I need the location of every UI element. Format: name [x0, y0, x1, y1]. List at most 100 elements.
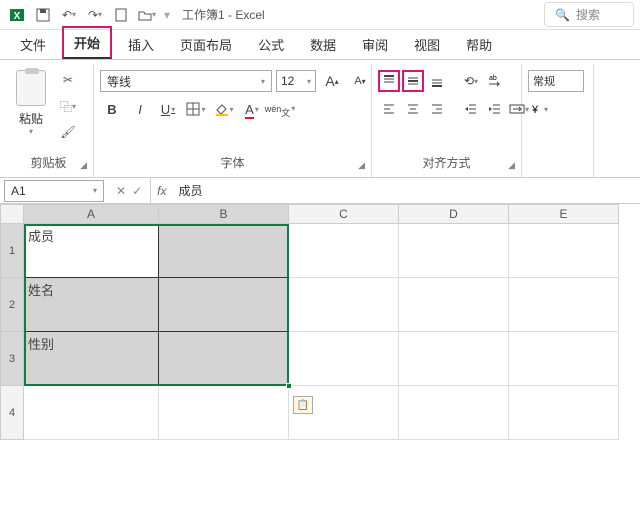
selection-handle[interactable] — [286, 383, 292, 389]
font-size-select[interactable]: 12▾ — [276, 70, 316, 92]
cell-E1[interactable] — [509, 224, 619, 278]
save-icon[interactable] — [32, 4, 54, 26]
svg-text:¥: ¥ — [531, 104, 539, 116]
tab-insert[interactable]: 插入 — [118, 30, 164, 59]
cell-C2[interactable] — [289, 278, 399, 332]
col-header-C[interactable]: C — [289, 204, 399, 224]
italic-button[interactable]: I — [128, 98, 152, 120]
cell-A3[interactable]: 性别 — [24, 332, 159, 386]
align-top-icon[interactable] — [378, 70, 400, 92]
tab-review[interactable]: 审阅 — [352, 30, 398, 59]
font-color-button[interactable]: A — [240, 98, 264, 120]
align-right-icon[interactable] — [426, 98, 448, 120]
orientation-icon[interactable]: ⟲▾ — [460, 70, 482, 92]
open-icon[interactable]: ▾ — [136, 4, 158, 26]
undo-icon[interactable]: ↶▾ — [58, 4, 80, 26]
border-button[interactable] — [184, 98, 208, 120]
clipboard-launcher[interactable]: ◢ — [80, 160, 87, 171]
paste-button[interactable]: 粘贴 ▾ — [10, 66, 52, 136]
tab-help[interactable]: 帮助 — [456, 30, 502, 59]
increase-font-icon[interactable]: A▴ — [320, 70, 344, 92]
redo-icon[interactable]: ↷▾ — [84, 4, 106, 26]
cell-A4[interactable] — [24, 386, 159, 440]
cut-icon[interactable]: ✂ — [56, 70, 80, 90]
col-header-E[interactable]: E — [509, 204, 619, 224]
clipboard-label: 剪贴板◢ — [10, 152, 87, 175]
fill-color-button[interactable] — [212, 98, 236, 120]
cell-D2[interactable] — [399, 278, 509, 332]
cell-E3[interactable] — [509, 332, 619, 386]
formula-input[interactable]: 成员 — [172, 182, 640, 199]
cell-A1[interactable]: 成员 — [24, 224, 159, 278]
cell-A2[interactable]: 姓名 — [24, 278, 159, 332]
phonetic-button[interactable]: wén文 — [268, 98, 292, 120]
decrease-indent-icon[interactable] — [460, 98, 482, 120]
currency-icon[interactable]: ¥▾ — [528, 98, 550, 120]
align-center-icon[interactable] — [402, 98, 424, 120]
tab-view[interactable]: 视图 — [404, 30, 450, 59]
cell-B1[interactable] — [159, 224, 289, 278]
bold-button[interactable]: B — [100, 98, 124, 120]
cell-D3[interactable] — [399, 332, 509, 386]
font-name-select[interactable]: 等线▾ — [100, 70, 272, 92]
new-file-icon[interactable] — [110, 4, 132, 26]
font-launcher[interactable]: ◢ — [358, 160, 365, 171]
font-label: 字体◢ — [100, 152, 365, 175]
paste-options-icon[interactable]: 📋 — [293, 396, 313, 414]
clipboard-group: 粘贴 ▾ ✂ ⿻▾ 🖌 剪贴板◢ — [4, 64, 94, 177]
row-header-2[interactable]: 2 — [0, 278, 24, 332]
svg-text:X: X — [14, 11, 21, 22]
align-launcher[interactable]: ◢ — [508, 160, 515, 171]
cell-B4[interactable] — [159, 386, 289, 440]
cell-D1[interactable] — [399, 224, 509, 278]
search-placeholder: 搜索 — [576, 6, 600, 23]
align-bottom-icon[interactable] — [426, 70, 448, 92]
svg-text:ab: ab — [489, 75, 497, 82]
tab-layout[interactable]: 页面布局 — [170, 30, 242, 59]
tab-file[interactable]: 文件 — [10, 30, 56, 59]
align-middle-icon[interactable] — [402, 70, 424, 92]
number-group: 常规 ¥▾ — [522, 64, 594, 177]
cell-C1[interactable] — [289, 224, 399, 278]
qat-divider: ▾ — [164, 8, 170, 22]
format-painter-icon[interactable]: 🖌 — [56, 122, 80, 142]
row-header-3[interactable]: 3 — [0, 332, 24, 386]
tab-formulas[interactable]: 公式 — [248, 30, 294, 59]
increase-indent-icon[interactable] — [484, 98, 506, 120]
search-box[interactable]: 🔍 搜索 — [544, 2, 634, 27]
decrease-font-icon[interactable]: A▾ — [348, 70, 372, 92]
cell-E4[interactable] — [509, 386, 619, 440]
row-header-1[interactable]: 1 — [0, 224, 24, 278]
search-icon: 🔍 — [555, 8, 570, 22]
cell-D4[interactable] — [399, 386, 509, 440]
copy-icon[interactable]: ⿻▾ — [56, 96, 80, 116]
name-box[interactable]: A1▾ — [4, 180, 104, 202]
cell-E2[interactable] — [509, 278, 619, 332]
tab-data[interactable]: 数据 — [300, 30, 346, 59]
number-format-select[interactable]: 常规 — [528, 70, 584, 92]
paste-label: 粘贴 — [19, 110, 43, 127]
worksheet[interactable]: A B C D E 1 成员 2 姓名 3 性别 4 📋 — [0, 204, 640, 440]
cell-B3[interactable] — [159, 332, 289, 386]
cell-B2[interactable] — [159, 278, 289, 332]
col-header-A[interactable]: A — [24, 204, 159, 224]
col-header-B[interactable]: B — [159, 204, 289, 224]
col-header-D[interactable]: D — [399, 204, 509, 224]
align-label: 对齐方式◢ — [378, 152, 515, 175]
align-group: ⟲▾ ab ▾ 对齐方式◢ — [372, 64, 522, 177]
ribbon-tabs: 文件 开始 插入 页面布局 公式 数据 审阅 视图 帮助 — [0, 30, 640, 60]
align-left-icon[interactable] — [378, 98, 400, 120]
paste-icon — [16, 70, 46, 106]
cancel-formula-icon[interactable]: ✕ — [116, 184, 126, 198]
window-title: 工作簿1 - Excel — [182, 6, 265, 23]
row-header-4[interactable]: 4 — [0, 386, 24, 440]
tab-home[interactable]: 开始 — [62, 26, 112, 59]
excel-logo: X — [6, 4, 28, 26]
select-all-corner[interactable] — [0, 204, 24, 224]
underline-button[interactable]: U — [156, 98, 180, 120]
number-label — [528, 169, 587, 175]
wrap-text-icon[interactable]: ab — [484, 70, 506, 92]
enter-formula-icon[interactable]: ✓ — [132, 184, 142, 198]
fx-icon[interactable]: fx — [151, 184, 172, 198]
cell-C3[interactable] — [289, 332, 399, 386]
